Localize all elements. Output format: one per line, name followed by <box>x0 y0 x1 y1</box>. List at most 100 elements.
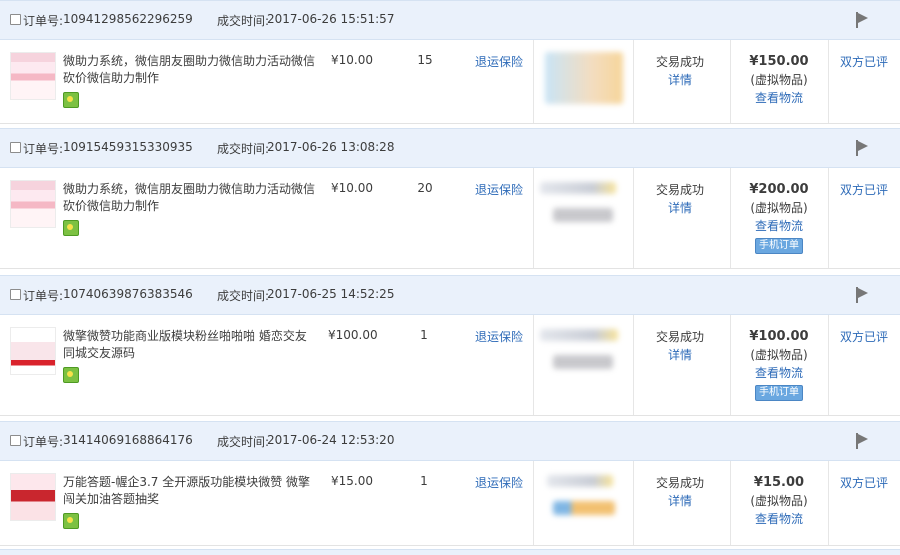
buyer-info-blurred <box>547 475 613 487</box>
quantity: 1 <box>420 328 428 342</box>
view-logistics-link[interactable]: 查看物流 <box>742 364 816 382</box>
unit-price: ¥10.00 <box>331 53 373 67</box>
review-status-link[interactable]: 双方已评 <box>840 328 888 345</box>
order-amount: ¥100.00 (虚拟物品) 查看物流 手机订单 <box>742 327 816 401</box>
order-amount: ¥15.00 (虚拟物品) 查看物流 <box>742 473 816 528</box>
deal-time-label: 成交时间: <box>217 142 270 156</box>
order-card: 订单号: 10915459315330935 成交时间: 2017-06-26 … <box>0 128 900 270</box>
details-link[interactable]: 详情 <box>650 199 710 217</box>
order-checkbox[interactable] <box>10 14 21 25</box>
order-card: 订单号: 10740639876383546 成交时间: 2017-06-25 … <box>0 275 900 417</box>
order-checkbox[interactable] <box>10 289 21 300</box>
order-checkbox[interactable] <box>10 142 21 153</box>
order-header: 订单号: 10915459315330935 成交时间: 2017-06-26 … <box>0 128 900 168</box>
deal-time-label: 成交时间: <box>217 14 270 28</box>
order-status: 交易成功 详情 <box>650 474 710 510</box>
order-body: 微助力系统，微信朋友圈助力微信助力活动微信砍价微信助力制作 ¥10.00 20 … <box>0 168 900 269</box>
order-body: 微助力系统，微信朋友圈助力微信助力活动微信砍价微信助力制作 ¥10.00 15 … <box>0 40 900 124</box>
status-text: 交易成功 <box>655 476 704 490</box>
virtual-goods-note: (虚拟物品) <box>750 201 808 215</box>
buyer-info-blurred <box>540 329 618 341</box>
order-number-label: 订单号: <box>23 14 64 28</box>
refund-insurance-link[interactable]: 退运保险 <box>475 181 523 198</box>
buyer-info-blurred <box>553 208 613 222</box>
details-link[interactable]: 详情 <box>650 346 710 364</box>
order-body: 万能答题-幄企3.7 全开源版功能模块微赞 微擎 闯关加油答题抽奖 ¥15.00… <box>0 461 900 546</box>
service-badge-icon <box>63 220 79 236</box>
quantity: 20 <box>417 181 433 195</box>
service-badge-icon <box>63 92 79 108</box>
order-number-label: 订单号: <box>23 289 64 303</box>
order-header: 订单号: 31414069168864176 成交时间: 2017-06-24 … <box>0 421 900 461</box>
deal-time: 2017-06-25 14:52:25 <box>267 287 395 301</box>
order-header: 订单号: 10740639876383546 成交时间: 2017-06-25 … <box>0 275 900 315</box>
refund-insurance-link[interactable]: 退运保险 <box>475 328 523 345</box>
buyer-info-blurred <box>545 52 623 104</box>
deal-time: 2017-06-24 12:53:20 <box>267 433 395 447</box>
order-card: 订单号: 10941298562296259 成交时间: 2017-06-26 … <box>0 0 900 125</box>
deal-time: 2017-06-26 13:08:28 <box>267 140 395 154</box>
product-title-link[interactable]: 微助力系统，微信朋友圈助力微信助力活动微信砍价微信助力制作 <box>63 53 321 87</box>
order-header: 订单号: 10941298562296259 成交时间: 2017-06-26 … <box>0 0 900 40</box>
virtual-goods-note: (虚拟物品) <box>750 348 808 362</box>
order-status: 交易成功 详情 <box>650 328 710 364</box>
service-badge-icon <box>63 367 79 383</box>
order-number: 10915459315330935 <box>63 140 193 154</box>
quantity: 15 <box>417 53 433 67</box>
product-title-link[interactable]: 万能答题-幄企3.7 全开源版功能模块微赞 微擎 闯关加油答题抽奖 <box>63 474 321 508</box>
deal-time: 2017-06-26 15:51:57 <box>267 12 395 26</box>
unit-price: ¥100.00 <box>328 328 378 342</box>
virtual-goods-note: (虚拟物品) <box>750 494 808 508</box>
order-body: 微擎微赞功能商业版模块粉丝啪啪啪 婚恋交友 同城交友源码 ¥100.00 1 退… <box>0 315 900 416</box>
mobile-order-badge: 手机订单 <box>755 238 803 254</box>
order-amount: ¥150.00 (虚拟物品) 查看物流 <box>742 52 816 107</box>
view-logistics-link[interactable]: 查看物流 <box>742 217 816 235</box>
status-text: 交易成功 <box>655 55 704 69</box>
order-number-label: 订单号: <box>23 435 64 449</box>
flag-icon[interactable] <box>856 287 868 303</box>
order-status: 交易成功 详情 <box>650 53 710 89</box>
total-price: ¥100.00 <box>749 329 809 344</box>
order-number-label: 订单号: <box>23 142 64 156</box>
total-price: ¥150.00 <box>749 54 809 69</box>
total-price: ¥15.00 <box>753 475 805 490</box>
view-logistics-link[interactable]: 查看物流 <box>742 510 816 528</box>
flag-icon[interactable] <box>856 140 868 156</box>
order-number: 31414069168864176 <box>63 433 193 447</box>
details-link[interactable]: 详情 <box>650 71 710 89</box>
review-status-link[interactable]: 双方已评 <box>840 181 888 198</box>
virtual-goods-note: (虚拟物品) <box>750 73 808 87</box>
order-checkbox[interactable] <box>10 435 21 446</box>
review-status-link[interactable]: 双方已评 <box>840 53 888 70</box>
review-status-link[interactable]: 双方已评 <box>840 474 888 491</box>
buyer-info-blurred <box>553 355 613 369</box>
product-title-link[interactable]: 微擎微赞功能商业版模块粉丝啪啪啪 婚恋交友 同城交友源码 <box>63 328 321 362</box>
flag-icon[interactable] <box>856 12 868 28</box>
order-status: 交易成功 详情 <box>650 181 710 217</box>
product-thumbnail[interactable] <box>10 473 56 521</box>
product-thumbnail[interactable] <box>10 52 56 100</box>
product-thumbnail[interactable] <box>10 180 56 228</box>
order-number: 10941298562296259 <box>63 12 193 26</box>
refund-insurance-link[interactable]: 退运保险 <box>475 53 523 70</box>
product-thumbnail[interactable] <box>10 327 56 375</box>
buyer-info-blurred <box>540 182 616 194</box>
product-title-link[interactable]: 微助力系统，微信朋友圈助力微信助力活动微信砍价微信助力制作 <box>63 181 321 215</box>
details-link[interactable]: 详情 <box>650 492 710 510</box>
total-price: ¥200.00 <box>749 182 809 197</box>
buyer-info-blurred <box>553 501 615 515</box>
deal-time-label: 成交时间: <box>217 435 270 449</box>
refund-insurance-link[interactable]: 退运保险 <box>475 474 523 491</box>
view-logistics-link[interactable]: 查看物流 <box>742 89 816 107</box>
flag-icon[interactable] <box>856 433 868 449</box>
status-text: 交易成功 <box>655 330 704 344</box>
deal-time-label: 成交时间: <box>217 289 270 303</box>
unit-price: ¥15.00 <box>331 474 373 488</box>
status-text: 交易成功 <box>655 183 704 197</box>
order-number: 10740639876383546 <box>63 287 193 301</box>
next-order-header-edge <box>0 549 900 555</box>
order-card: 订单号: 31414069168864176 成交时间: 2017-06-24 … <box>0 421 900 547</box>
service-badge-icon <box>63 513 79 529</box>
mobile-order-badge: 手机订单 <box>755 385 803 401</box>
quantity: 1 <box>420 474 428 488</box>
